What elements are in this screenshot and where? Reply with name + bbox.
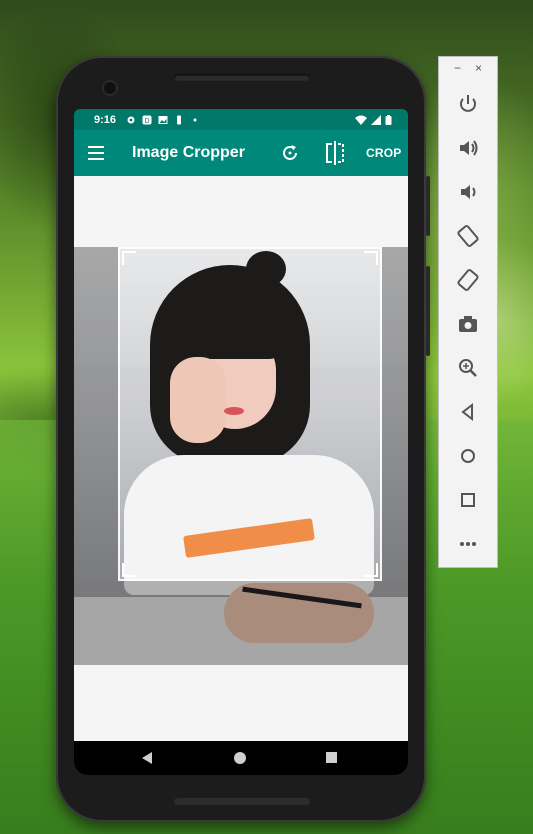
app-toolbar: Image Cropper CROP	[74, 130, 408, 176]
rotate-left-icon[interactable]	[455, 223, 481, 249]
volume-up-icon[interactable]	[455, 135, 481, 161]
zoom-icon[interactable]	[455, 355, 481, 381]
rotate-icon[interactable]	[280, 143, 300, 163]
crop-handle-bottom-left[interactable]	[122, 563, 136, 577]
home-circle-icon[interactable]	[455, 443, 481, 469]
volume-down-icon[interactable]	[455, 179, 481, 205]
cropped-photo[interactable]	[74, 247, 408, 665]
more-icon[interactable]	[455, 531, 481, 557]
device-screen: 9:16 D Image Cropper CROP	[74, 109, 408, 775]
wifi-icon	[355, 115, 367, 125]
front-camera	[104, 82, 116, 94]
power-icon[interactable]	[455, 91, 481, 117]
crop-button[interactable]: CROP	[366, 130, 401, 176]
status-bar: 9:16 D	[74, 109, 408, 130]
back-triangle-icon[interactable]	[455, 399, 481, 425]
volume-side-button	[426, 266, 430, 356]
emulator-toolbar: − ×	[438, 56, 498, 568]
crop-frame[interactable]	[118, 247, 382, 581]
gallery-status-icon	[158, 115, 168, 124]
crop-overlay-right	[382, 247, 408, 665]
top-speaker	[174, 74, 310, 81]
settings-status-icon	[127, 116, 135, 123]
status-time: 9:16	[94, 113, 117, 126]
app-title: Image Cropper	[132, 144, 245, 161]
navigation-bar	[74, 741, 408, 775]
camera-icon[interactable]	[455, 311, 481, 337]
crop-handle-bottom-right[interactable]	[364, 563, 378, 577]
crop-overlay-left	[74, 247, 118, 665]
crop-handle-top-left[interactable]	[122, 251, 136, 265]
power-side-button	[426, 176, 430, 236]
dot-status-icon	[193, 118, 197, 121]
home-icon[interactable]	[234, 752, 246, 764]
menu-icon[interactable]	[88, 146, 106, 160]
close-button[interactable]: ×	[475, 61, 482, 79]
sim-status-icon	[177, 115, 182, 124]
crop-handle-top-right[interactable]	[364, 251, 378, 265]
battery-icon	[385, 114, 392, 125]
crop-overlay-bottom	[118, 581, 382, 665]
back-icon[interactable]	[142, 752, 152, 764]
phone-frame: 9:16 D Image Cropper CROP	[56, 56, 430, 822]
bottom-speaker	[174, 798, 310, 805]
minimize-button[interactable]: −	[454, 61, 461, 79]
signal-icon	[371, 114, 381, 125]
app-status-icon: D	[142, 115, 152, 125]
overview-square-icon[interactable]	[455, 487, 481, 513]
crop-canvas	[74, 176, 408, 741]
recents-icon[interactable]	[326, 752, 337, 763]
rotate-right-icon[interactable]	[455, 267, 481, 293]
svg-text:D: D	[145, 118, 150, 125]
flip-icon[interactable]	[324, 141, 346, 165]
